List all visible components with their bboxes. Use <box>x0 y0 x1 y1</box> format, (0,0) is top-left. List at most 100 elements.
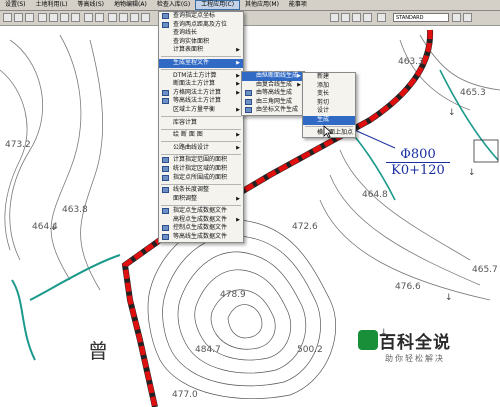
menubar-item[interactable]: 土地利用(L) <box>31 0 73 10</box>
elevation-label: 477.0 <box>172 390 198 400</box>
new-icon[interactable] <box>3 13 12 22</box>
menu-item[interactable]: 区域土方量平衡 ▶ <box>159 106 243 115</box>
menu-item-label: 控制点生成数据文件 <box>173 224 228 232</box>
menu-item-label: 计算表面积 <box>173 46 204 54</box>
menu-item[interactable]: 公路曲线设计 ▶ <box>159 144 243 153</box>
menu-item[interactable]: 计算指定范围的面积 <box>159 156 243 165</box>
menu-item-label: 绘 断 面 图 <box>173 131 203 139</box>
menu-item-label: 由复合线生成 <box>256 80 293 88</box>
text-style-icon[interactable] <box>377 13 386 22</box>
menu-command-icon <box>245 107 252 114</box>
menu-separator <box>161 141 241 143</box>
menu-item[interactable]: 统计指定区域的面积 <box>159 165 243 174</box>
elevation-label: 463.8 <box>62 205 88 215</box>
cut-icon[interactable] <box>49 13 58 22</box>
mouse-cursor-icon <box>323 125 333 138</box>
menu-separator <box>161 183 241 185</box>
menu-item-label: 指定点生成数据文件 <box>173 207 228 215</box>
menu-item[interactable]: 库容计算 <box>159 119 243 128</box>
paste-icon[interactable] <box>71 13 80 22</box>
menu-command-icon <box>162 234 169 241</box>
watermark-subtitle: 助你轻松解决 <box>385 354 445 363</box>
menu-item[interactable]: 由等高线生成 <box>242 89 304 98</box>
menu-item[interactable]: 等高线法土方计算 <box>159 97 243 106</box>
submenu-arrow-icon: ▶ <box>236 106 240 113</box>
menu-item[interactable]: 查询两点距离及方位 <box>159 21 243 30</box>
menubar-item[interactable]: 等高线(S) <box>73 0 110 10</box>
menu-item[interactable]: 由复合线生成 ▶ <box>242 81 304 90</box>
pan-icon[interactable] <box>108 13 117 22</box>
menu-item[interactable]: 生成 <box>303 115 355 125</box>
menu-command-icon <box>162 157 169 164</box>
menu-command-icon <box>162 208 169 215</box>
mileage-file-submenu: 由纵断面线生成 ▶ 由复合线生成 ▶ 由等高线生成 由三角网生成 由坐标文件生成 <box>241 71 305 116</box>
menu-item[interactable]: 由纵断面线生成 ▶ <box>242 72 304 81</box>
menubar-item[interactable]: 能事项 <box>284 0 312 10</box>
menu-item[interactable]: 断面法土方计算 ▶ <box>159 80 243 89</box>
menu-item[interactable]: 计算表面积 ▶ <box>159 46 243 55</box>
menu-item[interactable]: 添加 <box>303 82 355 91</box>
menu-item-label: DTM法土方计算 <box>173 71 217 79</box>
zoom-window-icon[interactable] <box>130 13 139 22</box>
submenu-arrow-icon: ▶ <box>236 144 240 151</box>
elevation-label: 473.2 <box>5 140 31 150</box>
menubar-item[interactable]: 检查入库(G) <box>152 0 195 10</box>
zoom-icon[interactable] <box>119 13 128 22</box>
svg-text:↓: ↓ <box>448 108 456 118</box>
menu-item[interactable]: 线条长度调整 <box>159 186 243 195</box>
menu-item-label: 添加 <box>317 81 330 89</box>
menu-separator <box>161 128 241 130</box>
save-icon[interactable] <box>25 13 34 22</box>
pipe-annotation: Φ800 K0+120 <box>386 147 450 178</box>
menu-item[interactable]: 控制点生成数据文件 <box>159 224 243 233</box>
zoom-previous-icon[interactable] <box>141 13 150 22</box>
menu-command-icon <box>162 89 169 96</box>
submenu-arrow-icon: ▶ <box>297 73 301 79</box>
menu-item[interactable]: DTM法土方计算 ▶ <box>159 72 243 81</box>
map-glyph: 曾 <box>88 339 108 363</box>
menu-item[interactable]: 变长 <box>303 90 355 99</box>
menu-item-label: 指定点所围成的面积 <box>173 173 228 181</box>
menu-item[interactable]: 等高线生成数据文件 <box>159 233 243 242</box>
menu-item[interactable]: 面积调整 ▶ <box>159 195 243 204</box>
menu-item-label: 查询线长 <box>173 29 198 37</box>
menu-separator <box>161 153 241 155</box>
elevation-label: 500.2 <box>297 345 323 355</box>
copy-icon[interactable] <box>60 13 69 22</box>
menubar-item[interactable]: 其他应用(M) <box>240 0 284 10</box>
properties-icon[interactable] <box>330 13 339 22</box>
menu-item[interactable]: 生成里程文件 ▶ <box>159 58 243 68</box>
menu-item-label: 变长 <box>317 90 330 98</box>
menu-item[interactable]: 查询线长 <box>159 29 243 38</box>
menu-item-label: 方格网法土方计算 <box>173 88 222 96</box>
elevation-label: 463.3 <box>398 57 424 67</box>
menu-item[interactable]: 指定点所围成的面积 <box>159 174 243 183</box>
open-icon[interactable] <box>14 13 23 22</box>
menu-item[interactable]: 查询指定点坐标 <box>159 12 243 21</box>
menu-item[interactable]: 绘 断 面 图 ▶ <box>159 131 243 140</box>
menu-item[interactable]: 设计 <box>303 107 355 116</box>
menu-item[interactable]: 由坐标文件生成 <box>242 106 304 115</box>
elevation-label: 465.3 <box>460 88 486 98</box>
text-style-select[interactable]: STANDARD <box>393 13 449 22</box>
menu-item-label: 等高线生成数据文件 <box>173 233 228 241</box>
menu-command-icon <box>162 21 169 28</box>
menubar-item[interactable]: 工程应用(C) <box>195 0 241 10</box>
menu-item[interactable]: 新建 <box>303 73 355 82</box>
dimension-style-icon[interactable] <box>452 13 461 22</box>
menubar-item[interactable]: 设置(S) <box>0 0 31 10</box>
menu-item[interactable]: 指定点生成数据文件 <box>159 207 243 216</box>
help-icon[interactable] <box>363 13 372 22</box>
elevation-label: 476.6 <box>395 282 421 292</box>
layer-icon[interactable] <box>341 13 350 22</box>
menu-item[interactable]: 剪切 <box>303 99 355 108</box>
undo-icon[interactable] <box>84 13 93 22</box>
color-icon[interactable] <box>463 13 472 22</box>
menubar-item[interactable]: 地物编辑(A) <box>109 0 152 10</box>
menu-item-label: 公路曲线设计 <box>173 143 210 151</box>
menu-item-label: 面积调整 <box>173 194 198 202</box>
redo-icon[interactable] <box>95 13 104 22</box>
print-icon[interactable] <box>38 13 47 22</box>
svg-text:↓: ↓ <box>445 293 453 303</box>
design-center-icon[interactable] <box>352 13 361 22</box>
